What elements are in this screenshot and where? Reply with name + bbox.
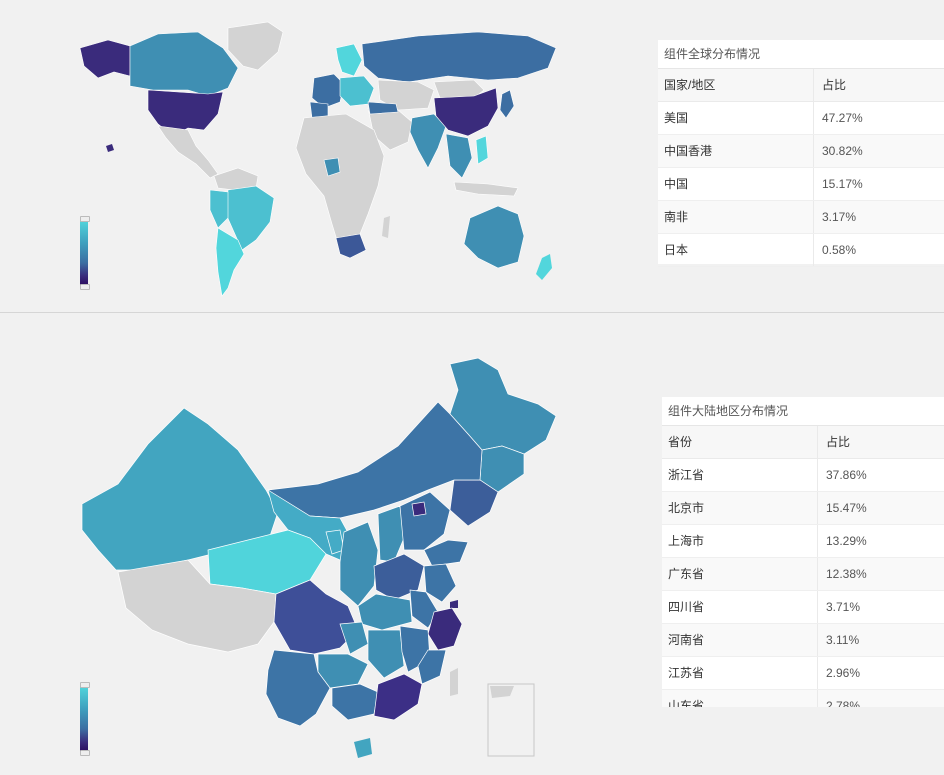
region-cell: 四川省 — [662, 591, 818, 623]
region-new-zealand[interactable] — [536, 254, 552, 280]
region-cell: 日本 — [658, 234, 814, 266]
province-shanghai[interactable] — [450, 600, 458, 608]
region-mexico[interactable] — [157, 125, 219, 179]
province-guangxi[interactable] — [331, 683, 379, 721]
province-beijing[interactable] — [411, 501, 427, 517]
table-row[interactable]: 四川省 3.71% — [662, 591, 944, 624]
region-cell: 山东省 — [662, 690, 818, 707]
region-cell: 中国 — [658, 168, 814, 200]
china-table-body[interactable]: 浙江省 37.86% 北京市 15.47% 上海市 13.29% 广东省 12.38% 四川省 3… — [662, 459, 944, 707]
region-indonesia[interactable] — [453, 181, 519, 197]
share-cell: 0.58% — [822, 243, 857, 257]
share-cell: 15.47% — [826, 501, 867, 515]
region-south-africa[interactable] — [335, 233, 367, 259]
world-legend-handle-top[interactable] — [80, 216, 90, 222]
region-cell: 上海市 — [662, 525, 818, 557]
region-philippines[interactable] — [475, 135, 489, 165]
china-panel-title: 组件大陆地区分布情况 — [662, 397, 944, 426]
region-madagascar[interactable] — [382, 216, 390, 238]
province-hunan[interactable] — [367, 629, 405, 679]
region-cell: 广东省 — [662, 558, 818, 590]
table-row[interactable]: 日本 0.58% — [658, 234, 944, 267]
china-col-share[interactable]: 占比 — [818, 426, 944, 458]
share-cell: 47.27% — [822, 111, 863, 125]
region-cell: 河南省 — [662, 624, 818, 656]
region-peru[interactable] — [209, 189, 229, 229]
world-distribution-panel: 组件全球分布情况 国家/地区 占比 美国 47.27% 中国香港 30.82% 中国 15… — [658, 40, 944, 267]
region-europe-central[interactable] — [339, 75, 375, 107]
region-cell: 中国香港 — [658, 135, 814, 167]
share-cell: 15.17% — [822, 177, 863, 191]
region-canada[interactable] — [129, 31, 239, 97]
province-guangdong[interactable] — [373, 673, 423, 721]
world-map[interactable] — [78, 18, 560, 300]
china-section: 组件大陆地区分布情况 省份 占比 浙江省 37.86% 北京市 15.47% 上海市 13… — [0, 314, 944, 775]
region-cell: 北京市 — [662, 492, 818, 524]
section-divider — [0, 312, 944, 313]
china-map[interactable] — [78, 354, 558, 774]
table-row[interactable]: 北京市 15.47% — [662, 492, 944, 525]
region-southeast-asia[interactable] — [445, 133, 473, 179]
table-row[interactable]: 河南省 3.11% — [662, 624, 944, 657]
inset-land — [490, 686, 514, 698]
region-greenland[interactable] — [227, 21, 284, 71]
share-cell: 12.38% — [826, 567, 867, 581]
province-hebei[interactable] — [399, 491, 451, 551]
table-row[interactable]: 广东省 12.38% — [662, 558, 944, 591]
world-legend-handle-bottom[interactable] — [80, 284, 90, 290]
region-cell: 南非 — [658, 201, 814, 233]
share-cell: 30.82% — [822, 144, 863, 158]
region-australia[interactable] — [463, 205, 525, 269]
province-shaanxi[interactable] — [339, 521, 379, 607]
table-row[interactable]: 中国香港 30.82% — [658, 135, 944, 168]
region-usa[interactable] — [147, 89, 224, 137]
region-alaska[interactable] — [79, 39, 131, 79]
world-table-header: 国家/地区 占比 — [658, 69, 944, 102]
region-hawaii[interactable] — [106, 144, 114, 152]
region-cell: 浙江省 — [662, 459, 818, 491]
world-section: 组件全球分布情况 国家/地区 占比 美国 47.27% 中国香港 30.82% 中国 15… — [0, 0, 944, 313]
china-distribution-panel: 组件大陆地区分布情况 省份 占比 浙江省 37.86% 北京市 15.47% 上海市 13… — [662, 397, 944, 707]
share-cell: 3.11% — [826, 633, 860, 647]
table-row[interactable]: 山东省 2.78% — [662, 690, 944, 707]
region-spain[interactable] — [309, 101, 329, 119]
region-russia[interactable] — [361, 31, 557, 83]
share-cell: 3.17% — [822, 210, 857, 224]
table-row[interactable]: 浙江省 37.86% — [662, 459, 944, 492]
table-row[interactable]: 中国 15.17% — [658, 168, 944, 201]
table-row[interactable]: 美国 47.27% — [658, 102, 944, 135]
china-col-province[interactable]: 省份 — [662, 426, 818, 458]
region-japan[interactable] — [499, 89, 515, 119]
share-cell: 13.29% — [826, 534, 867, 548]
share-cell: 37.86% — [826, 468, 867, 482]
china-table-header: 省份 占比 — [662, 426, 944, 459]
share-cell: 2.96% — [826, 666, 861, 680]
province-shanxi[interactable] — [377, 505, 405, 563]
world-col-region[interactable]: 国家/地区 — [658, 69, 814, 101]
region-cell: 美国 — [658, 102, 814, 134]
province-hainan[interactable] — [354, 738, 372, 758]
province-liaoning[interactable] — [449, 479, 499, 527]
share-cell: 2.78% — [826, 699, 861, 707]
share-cell: 3.71% — [826, 600, 861, 614]
region-scandinavia[interactable] — [335, 43, 363, 77]
region-africa[interactable] — [295, 113, 385, 251]
province-zhejiang[interactable] — [427, 607, 463, 651]
world-panel-title: 组件全球分布情况 — [658, 40, 944, 69]
world-col-share[interactable]: 占比 — [814, 69, 944, 101]
table-row[interactable]: 南非 3.17% — [658, 201, 944, 234]
china-color-legend[interactable] — [80, 686, 88, 752]
region-turkey[interactable] — [367, 101, 399, 115]
province-taiwan[interactable] — [450, 668, 458, 696]
world-color-legend[interactable] — [80, 220, 88, 286]
world-table-body: 美国 47.27% 中国香港 30.82% 中国 15.17% 南非 3.17% 日本 0.58% — [658, 102, 944, 267]
region-cell: 江苏省 — [662, 657, 818, 689]
region-india[interactable] — [409, 113, 447, 169]
china-legend-handle-top[interactable] — [80, 682, 90, 688]
table-row[interactable]: 上海市 13.29% — [662, 525, 944, 558]
province-hubei[interactable] — [357, 593, 413, 631]
province-inner-mongolia[interactable] — [267, 401, 483, 519]
china-legend-handle-bottom[interactable] — [80, 750, 90, 756]
table-row[interactable]: 江苏省 2.96% — [662, 657, 944, 690]
